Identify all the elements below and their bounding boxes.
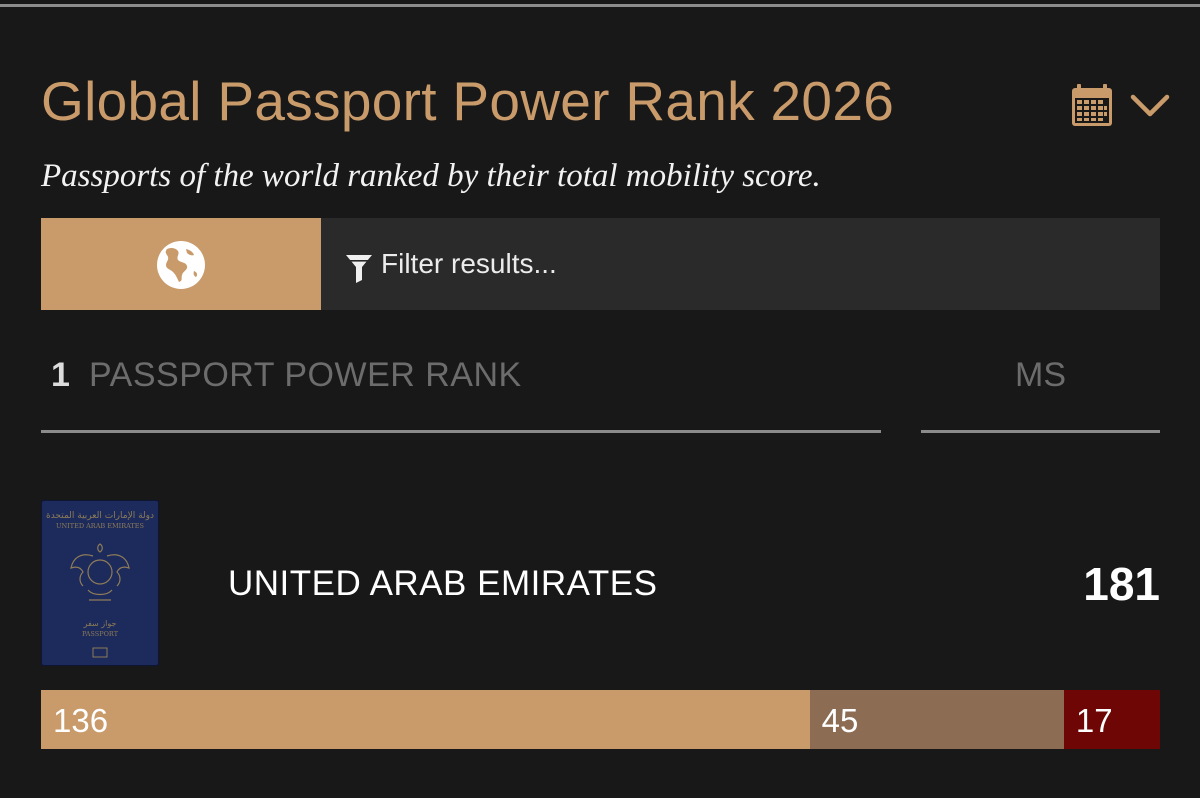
country-name: UNITED ARAB EMIRATES [228,564,658,603]
mobility-score: 181 [1083,558,1160,610]
passport-arabic-title: دولة الإمارات العربية المتحدة [46,511,154,521]
passport-image: دولة الإمارات العربية المتحدة UNITED ARA… [41,500,159,666]
page-title: Global Passport Power Rank 2026 [41,70,895,132]
top-divider [0,4,1200,7]
score-header-divider [921,430,1160,433]
bar-segment-label: 136 [53,702,109,739]
passport-arabic-label: جواز سفر [83,619,117,628]
visa-free-segment: 136 [41,690,810,749]
filter-icon [346,255,372,283]
globe-icon [157,241,205,289]
calendar-icon[interactable] [1071,83,1113,127]
page-subtitle: Passports of the world ranked by their t… [41,158,821,194]
page: Global Passport Power Rank 2026 Passport… [0,0,1200,798]
visa-on-arrival-segment: 45 [809,690,1064,749]
header: Global Passport Power Rank 2026 [41,66,1171,136]
header-divider [41,430,881,433]
visa-required-segment: 17 [1063,690,1160,749]
globe-button[interactable] [41,218,321,310]
chevron-down-icon[interactable] [1130,93,1170,119]
rank-number: 1 [51,356,70,394]
passport-english-label: PASSPORT [82,630,119,638]
bar-segment-label: 17 [1075,702,1113,739]
rank-column-header[interactable]: PASSPORT POWER RANK [89,350,522,400]
score-column-header[interactable]: MS [1015,350,1066,400]
filter-bar [41,218,1160,310]
filter-input[interactable] [381,218,1151,310]
mobility-breakdown-bar: 136 45 17 [41,690,1160,749]
table-row[interactable]: دولة الإمارات العربية المتحدة UNITED ARA… [41,500,1160,668]
passport-english-title: UNITED ARAB EMIRATES [56,522,144,530]
bar-segment-label: 45 [821,702,859,739]
